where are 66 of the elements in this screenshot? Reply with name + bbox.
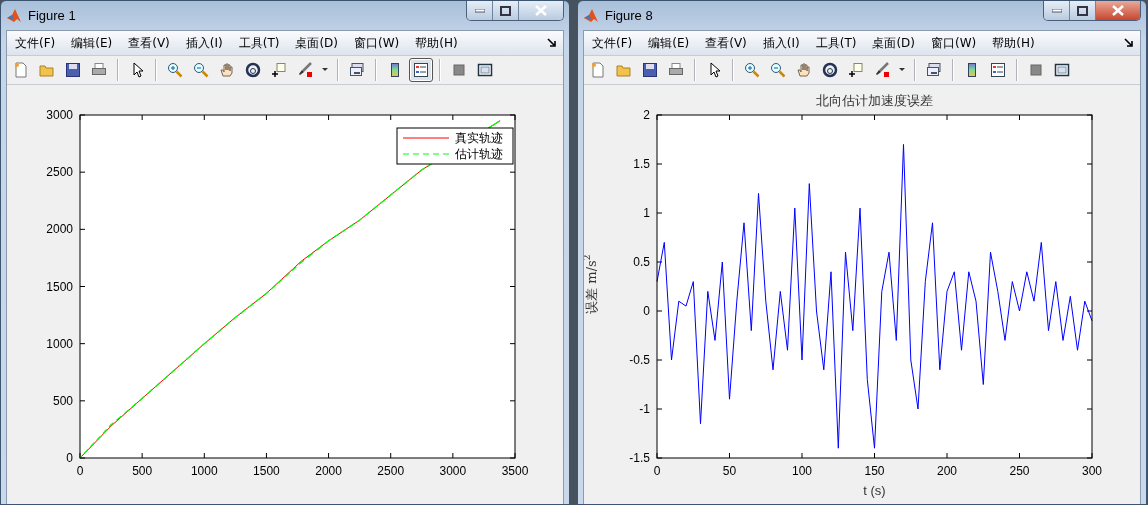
menu-item[interactable]: 工具(T)	[232, 31, 286, 55]
menu-item[interactable]: 查看(V)	[699, 31, 753, 55]
chart-title: 北向估计加速度误差	[816, 93, 933, 108]
minimize-icon	[474, 8, 485, 13]
tick-label: 1500	[253, 464, 280, 478]
tick-label: 0.5	[633, 255, 650, 269]
tick-label: 2500	[377, 464, 405, 478]
tick-label: 2000	[46, 222, 73, 237]
tick-label: 1000	[190, 464, 218, 478]
dock-arrow-icon[interactable]	[1124, 38, 1134, 48]
tick-label: 0	[66, 451, 73, 465]
tick-label: 2500	[46, 165, 73, 180]
menu-item[interactable]: 编辑(E)	[642, 31, 696, 55]
tick-label: 0	[76, 464, 84, 478]
dock-arrow-icon[interactable]	[547, 38, 557, 48]
menu-item[interactable]: 编辑(E)	[65, 31, 119, 55]
tick-label: 1.5	[633, 157, 650, 171]
tick-label: 500	[52, 393, 73, 408]
menu-item[interactable]: 工具(T)	[809, 31, 863, 55]
axis-label: t (s)	[863, 483, 886, 498]
tick-label: 0	[653, 464, 661, 478]
menu-item[interactable]: 帮助(H)	[986, 31, 1041, 55]
menu-item[interactable]: 查看(V)	[122, 31, 176, 55]
tick-label: 300	[1082, 464, 1102, 478]
tick-label: 3000	[439, 464, 467, 478]
menu-item[interactable]: 插入(I)	[756, 31, 806, 55]
tick-label: 2	[643, 108, 650, 122]
tick-label: 3500	[501, 464, 529, 478]
tick-label: -1	[639, 402, 650, 416]
legend-icon[interactable]	[409, 58, 433, 82]
window-title: Figure 1	[28, 8, 76, 23]
tick-label: 3000	[46, 108, 73, 122]
tick-label: 1	[643, 206, 650, 220]
tick-label: 0	[643, 304, 650, 318]
tick-label: -1.5	[629, 451, 650, 465]
tick-label: 500	[132, 464, 153, 478]
close-icon	[1112, 5, 1124, 16]
minimize-icon	[1051, 8, 1062, 13]
tick-label: 50	[722, 464, 737, 478]
close-icon	[535, 5, 547, 16]
menu-item[interactable]: 桌面(D)	[289, 31, 344, 55]
matlab-logo-icon	[6, 7, 22, 24]
matlab-logo-icon	[583, 7, 599, 24]
maximize-icon	[1077, 5, 1088, 16]
menu-item[interactable]: 文件(F)	[9, 31, 62, 55]
menu-item[interactable]: 帮助(H)	[409, 31, 464, 55]
tick-label: 200	[937, 464, 957, 478]
legend-label: 估计轨迹	[454, 147, 503, 161]
tick-label: 2000	[315, 464, 342, 478]
menu-item[interactable]: 窗口(W)	[925, 31, 983, 55]
menu-item[interactable]: 桌面(D)	[866, 31, 921, 55]
tick-label: 1000	[46, 336, 73, 351]
tick-label: 100	[792, 464, 812, 478]
menu-item[interactable]: 窗口(W)	[348, 31, 406, 55]
legend-label: 真实轨迹	[455, 131, 503, 145]
maximize-button[interactable]	[493, 1, 519, 20]
menu-item[interactable]: 文件(F)	[586, 31, 639, 55]
menu-item[interactable]: 插入(I)	[179, 31, 229, 55]
tick-label: 150	[864, 464, 885, 478]
tick-label: 1500	[46, 279, 73, 294]
tick-label: -0.5	[629, 353, 650, 367]
close-button[interactable]	[1096, 1, 1140, 20]
maximize-icon	[500, 5, 511, 16]
tick-label: 250	[1009, 464, 1030, 478]
maximize-button[interactable]	[1070, 1, 1096, 20]
window-title: Figure 8	[605, 8, 653, 23]
